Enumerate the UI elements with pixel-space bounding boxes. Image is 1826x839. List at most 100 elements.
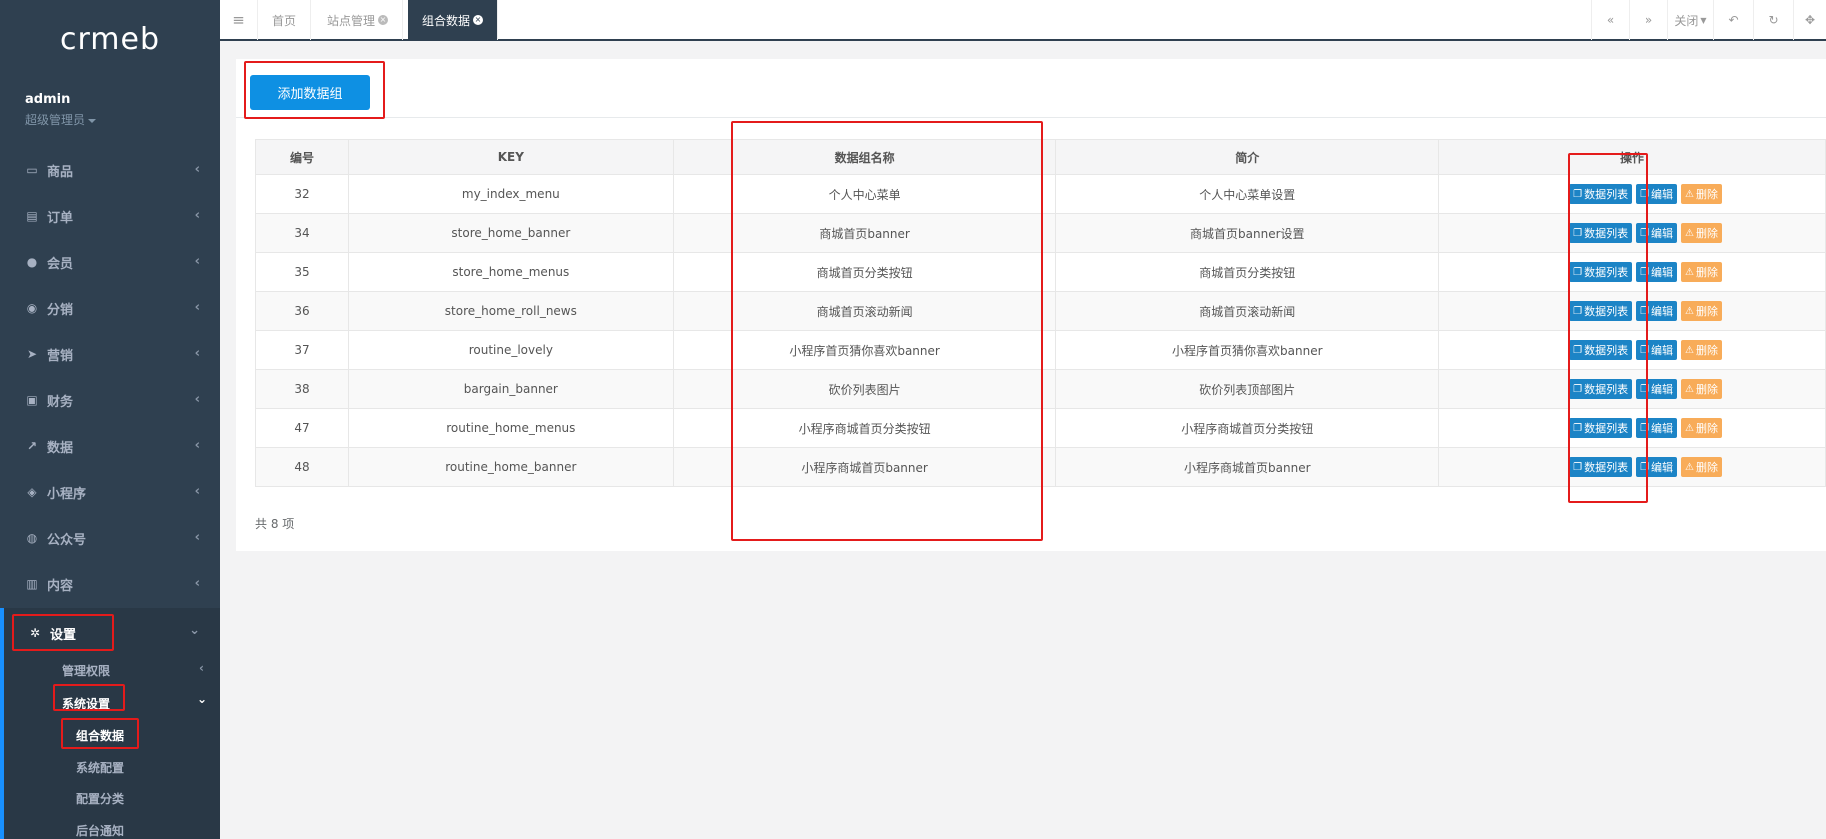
- data-list-button[interactable]: ❐ 数据列表: [1569, 457, 1633, 477]
- delete-button[interactable]: ⚠ 删除: [1681, 340, 1723, 360]
- sidebar-item-config-category[interactable]: 配置分类: [76, 790, 124, 807]
- table-row: 34 store_home_banner 商城首页banner 商城首页banner设…: [255, 213, 1826, 253]
- sidebar-item-1[interactable]: ▤ 订单 ‹: [0, 193, 220, 239]
- cell-name: 小程序首页猜你喜欢banner: [672, 330, 1057, 370]
- sidebar-item-6[interactable]: ↗ 数据 ‹: [0, 423, 220, 469]
- button-label: 数据列表: [1584, 344, 1629, 357]
- delete-button[interactable]: ⚠ 删除: [1681, 223, 1723, 243]
- button-label: 编辑: [1651, 383, 1674, 396]
- data-list-button[interactable]: ❐ 数据列表: [1569, 223, 1633, 243]
- warning-icon: ⚠: [1685, 461, 1695, 473]
- close-icon[interactable]: ×: [473, 15, 484, 25]
- cell-id: 37: [255, 330, 349, 370]
- button-label: 编辑: [1651, 344, 1674, 357]
- cell-desc: 商城首页分类按钮: [1055, 252, 1440, 292]
- data-list-button[interactable]: ❐ 数据列表: [1569, 379, 1633, 399]
- edit-button[interactable]: ❐ 编辑: [1636, 262, 1678, 282]
- sidebar-item-label: 分销: [47, 302, 74, 318]
- cell-key: my_index_menu: [347, 174, 674, 214]
- copy-icon: ❐: [1640, 461, 1650, 473]
- copy-icon: ❐: [1573, 422, 1583, 434]
- edit-button[interactable]: ❐ 编辑: [1636, 301, 1678, 321]
- cell-name: 商城首页分类按钮: [672, 252, 1057, 292]
- sidebar-item-8[interactable]: ◍ 公众号 ‹: [0, 515, 220, 561]
- panel-header: 添加数据组: [236, 59, 1826, 118]
- close-icon[interactable]: ×: [378, 15, 389, 25]
- menu-toggle-icon[interactable]: ≡: [220, 0, 258, 40]
- warning-icon: ⚠: [1685, 344, 1695, 356]
- delete-button[interactable]: ⚠ 删除: [1681, 184, 1723, 204]
- edit-button[interactable]: ❐ 编辑: [1636, 223, 1678, 243]
- edit-button[interactable]: ❐ 编辑: [1636, 457, 1678, 477]
- sidebar-item-3[interactable]: ◉ 分销 ‹: [0, 285, 220, 331]
- sidebar-item-5[interactable]: ▣ 财务 ‹: [0, 377, 220, 423]
- sidebar-item-perm[interactable]: 管理权限: [62, 662, 110, 679]
- cell-name: 商城首页滚动新闻: [672, 291, 1057, 331]
- tab-home[interactable]: 首页: [258, 0, 312, 40]
- warning-icon: ⚠: [1685, 383, 1695, 395]
- button-label: 删除: [1696, 422, 1719, 435]
- user-name[interactable]: admin: [25, 92, 70, 107]
- edit-button[interactable]: ❐ 编辑: [1636, 340, 1678, 360]
- data-list-button[interactable]: ❐ 数据列表: [1569, 418, 1633, 438]
- sidebar-item-label: 小程序: [47, 486, 87, 502]
- warning-icon: ⚠: [1685, 305, 1695, 317]
- sidebar-item-7[interactable]: ◈ 小程序 ‹: [0, 469, 220, 515]
- delete-button[interactable]: ⚠ 删除: [1681, 418, 1723, 438]
- edit-button[interactable]: ❐ 编辑: [1636, 184, 1678, 204]
- button-label: 删除: [1696, 266, 1719, 279]
- refresh-icon[interactable]: ↻: [1753, 0, 1793, 40]
- sidebar-item-group-data[interactable]: 组合数据: [76, 727, 124, 744]
- sidebar-item-admin-notice[interactable]: 后台通知: [76, 822, 124, 839]
- copy-icon: ❐: [1640, 188, 1650, 200]
- sidebar-item-system-config[interactable]: 系统配置: [76, 759, 124, 776]
- table-row: 35 store_home_menus 商城首页分类按钮 商城首页分类按钮 ❐ 数据列表 ❐…: [255, 252, 1826, 292]
- scroll-left-icon[interactable]: «: [1591, 0, 1629, 40]
- money-icon: ▣: [26, 393, 38, 407]
- sidebar-item-4[interactable]: ➤ 营销 ‹: [0, 331, 220, 377]
- scroll-right-icon[interactable]: »: [1629, 0, 1667, 40]
- tab-label: 首页: [272, 13, 297, 28]
- sidebar-item-9[interactable]: ▥ 内容 ‹: [0, 561, 220, 607]
- delete-button[interactable]: ⚠ 删除: [1681, 301, 1723, 321]
- data-list-button[interactable]: ❐ 数据列表: [1569, 301, 1633, 321]
- button-label: 删除: [1696, 227, 1719, 240]
- button-label: 编辑: [1651, 227, 1674, 240]
- button-label: 编辑: [1651, 266, 1674, 279]
- cell-actions: ❐ 数据列表 ❐ 编辑 ⚠ 删除: [1438, 330, 1826, 370]
- edit-button[interactable]: ❐ 编辑: [1636, 379, 1678, 399]
- edit-button[interactable]: ❐ 编辑: [1636, 418, 1678, 438]
- tab-group-data[interactable]: 组合数据 ×: [408, 0, 499, 40]
- sidebar-item-system-settings[interactable]: 系统设置: [62, 695, 110, 712]
- sidebar-item-settings[interactable]: ✲ 设置 ⌄: [4, 610, 220, 656]
- copy-icon: ❐: [1640, 383, 1650, 395]
- cell-actions: ❐ 数据列表 ❐ 编辑 ⚠ 删除: [1438, 369, 1826, 409]
- sidebar-item-label: 管理权限: [62, 664, 111, 678]
- tab-site-manage[interactable]: 站点管理 ×: [313, 0, 404, 40]
- data-list-button[interactable]: ❐ 数据列表: [1569, 184, 1633, 204]
- data-list-button[interactable]: ❐ 数据列表: [1569, 340, 1633, 360]
- data-list-button[interactable]: ❐ 数据列表: [1569, 262, 1633, 282]
- warning-icon: ⚠: [1685, 266, 1695, 278]
- copy-icon: ❐: [1640, 266, 1650, 278]
- user-role-dropdown[interactable]: 超级管理员: [25, 111, 97, 128]
- table-row: 37 routine_lovely 小程序首页猜你喜欢banner 小程序首页猜你喜欢…: [255, 330, 1826, 370]
- add-group-button[interactable]: 添加数据组: [250, 75, 370, 110]
- table-row: 48 routine_home_banner 小程序商城首页banner 小程序商城首…: [255, 447, 1826, 487]
- fullscreen-icon[interactable]: ✥: [1793, 0, 1826, 40]
- copy-icon: ❐: [1640, 344, 1650, 356]
- sidebar-item-0[interactable]: ▭ 商品 ‹: [0, 147, 220, 193]
- cell-name: 小程序商城首页分类按钮: [672, 408, 1057, 448]
- delete-button[interactable]: ⚠ 删除: [1681, 379, 1723, 399]
- delete-button[interactable]: ⚠ 删除: [1681, 262, 1723, 282]
- sidebar-item-label: 配置分类: [76, 792, 125, 806]
- back-icon[interactable]: ↶: [1713, 0, 1753, 40]
- button-label: 编辑: [1651, 305, 1674, 318]
- header-actions: 操作: [1438, 139, 1826, 175]
- close-menu-dropdown[interactable]: 关闭 ▼: [1667, 0, 1713, 40]
- cell-key: store_home_roll_news: [347, 291, 674, 331]
- delete-button[interactable]: ⚠ 删除: [1681, 457, 1723, 477]
- cell-desc: 砍价列表顶部图片: [1055, 369, 1440, 409]
- sidebar-item-2[interactable]: ● 会员 ‹: [0, 239, 220, 285]
- cell-id: 34: [255, 213, 349, 253]
